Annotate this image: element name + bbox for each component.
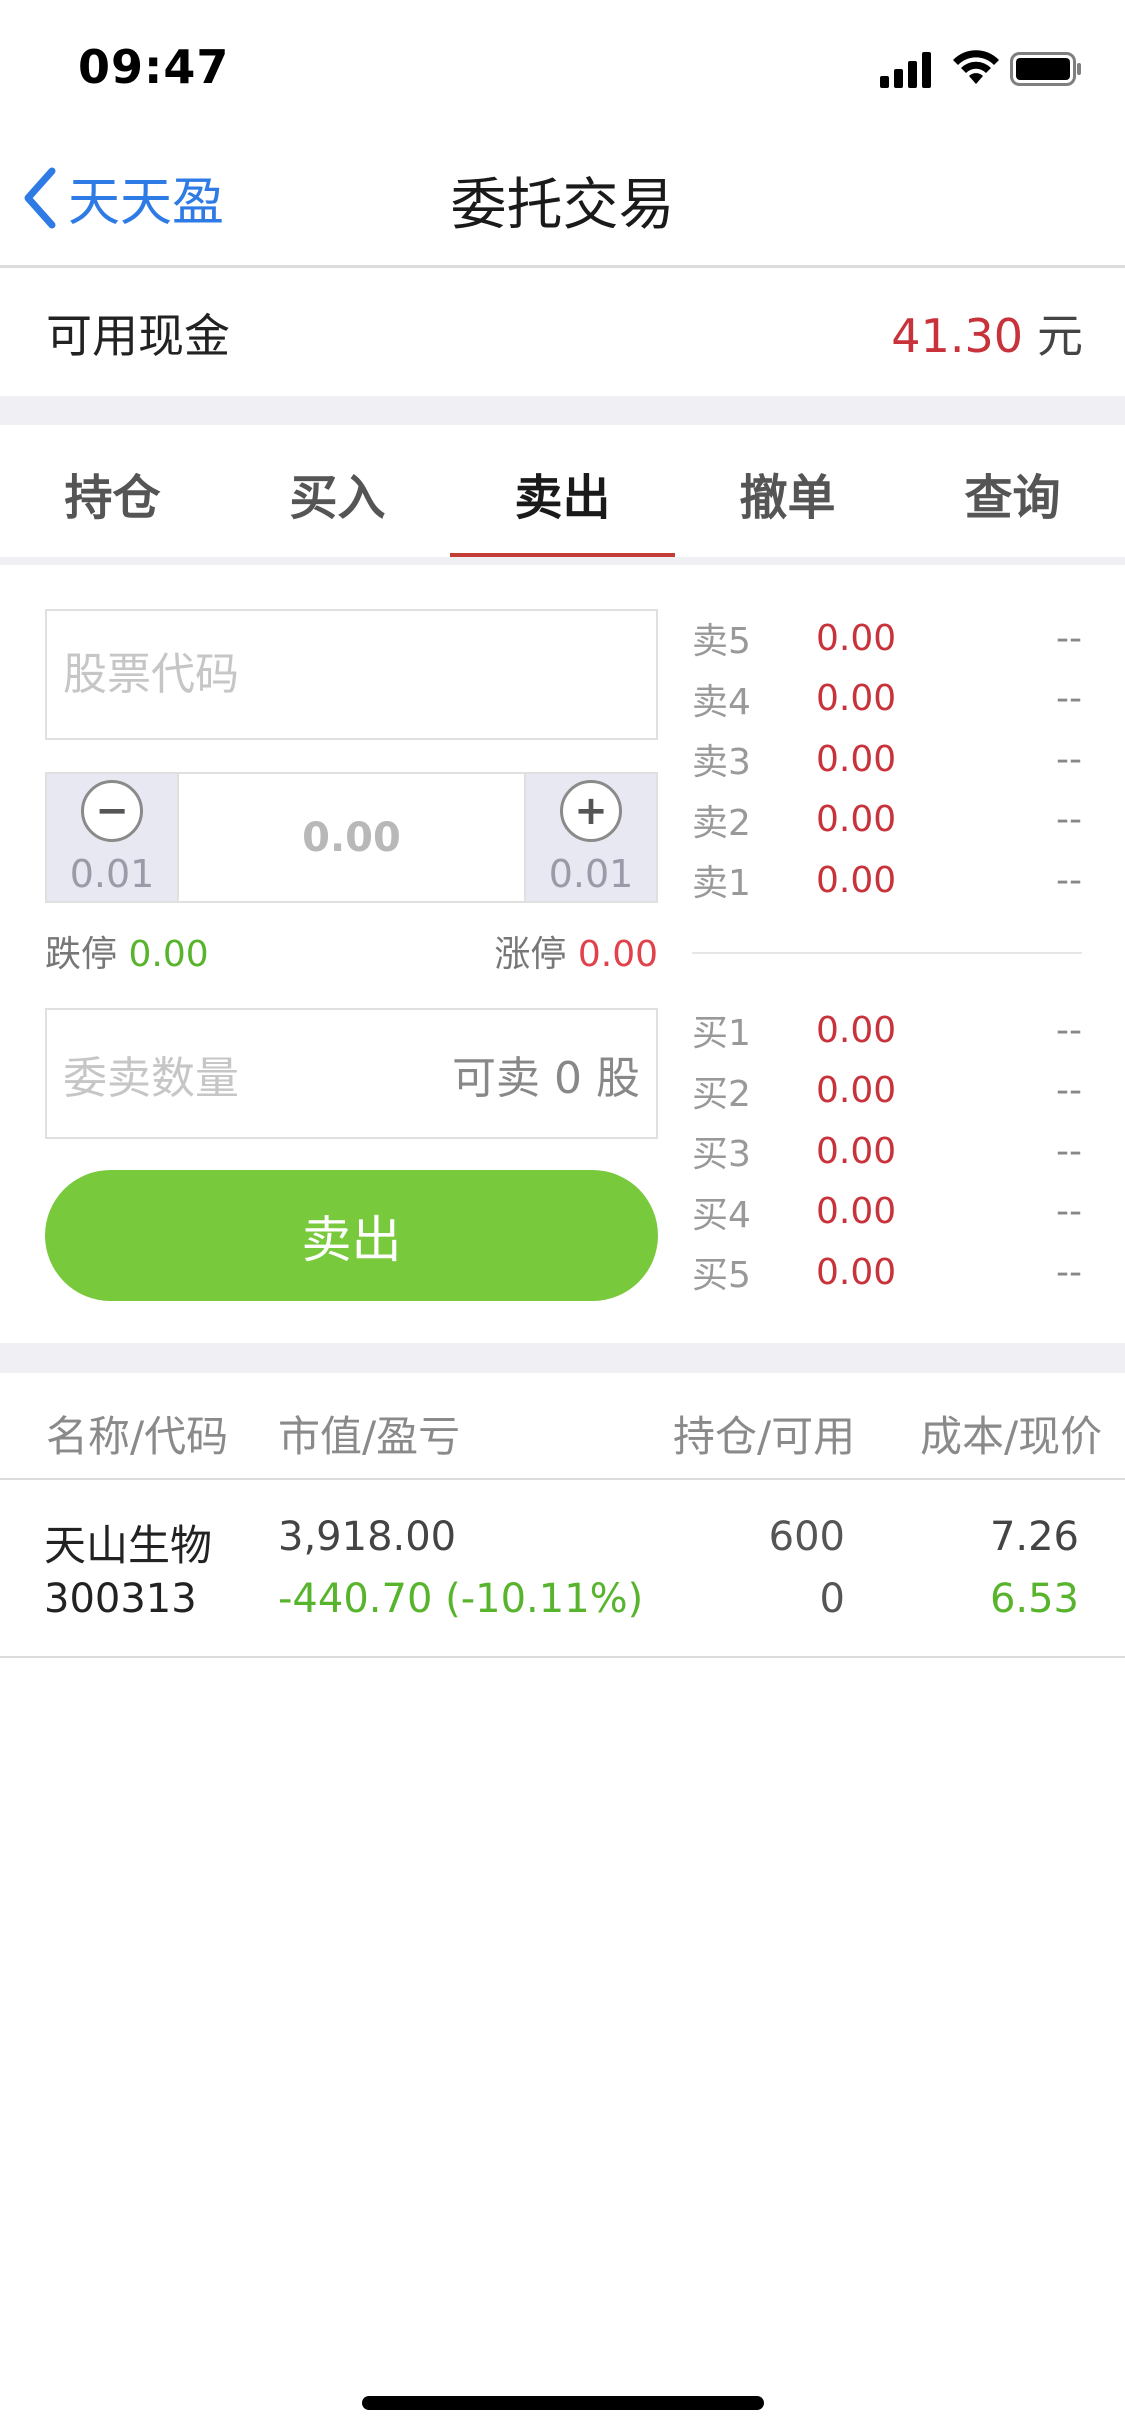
tab-cancel[interactable]: 撤单: [675, 425, 900, 560]
bid-list: 买1 0.00 -- 买2 0.00 -- 买3 0.00 -- 买4 0.00 -- 买5 0.…: [692, 1000, 1082, 1303]
stock-code-input[interactable]: [45, 609, 658, 740]
stock-name: 天山生物: [44, 1521, 213, 1570]
header-holding-available: 持仓/可用: [673, 1412, 856, 1461]
quantity-placeholder: 委卖数量: [63, 1052, 239, 1104]
ask-volume: --: [1056, 678, 1082, 720]
bid-row: 买1 0.00 --: [692, 1000, 1082, 1061]
bid-price: 0.00: [816, 1191, 897, 1233]
limit-up-value: 0.00: [577, 934, 658, 975]
increment-step-value: 0.01: [548, 851, 634, 896]
available-cash-value: 41.30 元: [891, 300, 1083, 366]
limit-down-label: 跌停: [45, 934, 118, 975]
header-name-code: 名称/代码: [46, 1412, 229, 1461]
section-gap: [0, 1343, 1125, 1373]
available-cash-label: 可用现金: [46, 309, 230, 363]
ask-row: 卖3 0.00 --: [692, 729, 1082, 790]
bid-volume: --: [1056, 1251, 1082, 1293]
bid-row: 买4 0.00 --: [692, 1182, 1082, 1243]
ask-price: 0.00: [816, 738, 897, 780]
price-stepper: − 0.01 0.00 + 0.01: [45, 772, 658, 903]
decrement-step-value: 0.01: [69, 851, 155, 896]
bid-price: 0.00: [816, 1070, 897, 1112]
stock-code: 300313: [44, 1576, 197, 1622]
bid-label: 买2: [692, 1073, 751, 1115]
bid-price: 0.00: [816, 1009, 897, 1051]
tab-query[interactable]: 查询: [900, 425, 1125, 560]
ask-row: 卖5 0.00 --: [692, 608, 1082, 669]
price-decrement-button[interactable]: − 0.01: [47, 774, 177, 901]
bid-label: 买5: [692, 1255, 751, 1297]
ask-label: 卖5: [692, 621, 751, 663]
bid-price: 0.00: [816, 1130, 897, 1172]
cash-amount: 41.30: [891, 309, 1023, 363]
bid-volume: --: [1056, 1009, 1082, 1051]
limit-up-label: 涨停: [494, 934, 567, 975]
ask-volume: --: [1056, 738, 1082, 780]
bid-row: 买2 0.00 --: [692, 1061, 1082, 1122]
header-cost-price: 成本/现价: [920, 1412, 1103, 1461]
page-title: 委托交易: [450, 173, 675, 238]
nav-divider: [0, 265, 1125, 268]
market-value: 3,918.00: [278, 1514, 457, 1560]
ask-volume: --: [1056, 799, 1082, 841]
bid-price: 0.00: [816, 1251, 897, 1293]
positions-header: 名称/代码 市值/盈亏 持仓/可用 成本/现价: [0, 1373, 1125, 1480]
profit-loss: -440.70 (-10.11%): [278, 1576, 644, 1622]
ask-label: 卖3: [692, 742, 751, 784]
ask-price: 0.00: [816, 799, 897, 841]
bid-label: 买4: [692, 1194, 751, 1236]
section-gap: [0, 396, 1125, 425]
ask-price: 0.00: [816, 678, 897, 720]
sell-quantity-field[interactable]: 委卖数量 可卖 0 股: [45, 1008, 658, 1139]
current-price: 6.53: [989, 1576, 1079, 1622]
bid-row: 买3 0.00 --: [692, 1121, 1082, 1182]
bid-volume: --: [1056, 1130, 1082, 1172]
wifi-icon: [953, 50, 999, 84]
ask-row: 卖2 0.00 --: [692, 790, 1082, 851]
ask-volume: --: [1056, 859, 1082, 901]
cash-unit: 元: [1037, 309, 1083, 363]
tab-buy[interactable]: 买入: [225, 425, 450, 560]
holding-qty: 600: [768, 1514, 845, 1560]
limit-up: 涨停 0.00: [494, 925, 658, 977]
limit-down-value: 0.00: [128, 934, 209, 975]
header-value-pnl: 市值/盈亏: [278, 1412, 461, 1461]
tabs-divider: [0, 557, 1125, 565]
minus-icon: −: [81, 779, 143, 842]
sell-button[interactable]: 卖出: [45, 1170, 658, 1301]
ask-label: 卖1: [692, 863, 751, 905]
cellular-signal-icon: [880, 52, 931, 88]
tab-holdings[interactable]: 持仓: [0, 425, 225, 560]
home-indicator[interactable]: [362, 2396, 764, 2410]
plus-icon: +: [560, 779, 622, 842]
battery-icon: [1010, 52, 1081, 86]
bid-volume: --: [1056, 1070, 1082, 1112]
bid-label: 买1: [692, 1013, 751, 1055]
cost-price: 7.26: [989, 1514, 1079, 1560]
bid-row: 买5 0.00 --: [692, 1242, 1082, 1303]
ask-label: 卖4: [692, 681, 751, 723]
tab-sell[interactable]: 卖出: [450, 425, 675, 560]
ask-volume: --: [1056, 617, 1082, 659]
available-qty: 0: [819, 1576, 845, 1622]
ask-price: 0.00: [816, 617, 897, 659]
ask-list: 卖5 0.00 -- 卖4 0.00 -- 卖3 0.00 -- 卖2 0.00 -- 卖1 0.…: [692, 608, 1082, 911]
status-time: 09:47: [78, 40, 230, 94]
ask-row: 卖4 0.00 --: [692, 669, 1082, 730]
bid-volume: --: [1056, 1191, 1082, 1233]
order-book-divider: [692, 952, 1082, 954]
price-increment-button[interactable]: + 0.01: [526, 774, 656, 901]
ask-label: 卖2: [692, 802, 751, 844]
price-input[interactable]: 0.00: [177, 774, 526, 901]
limit-down: 跌停 0.00: [45, 925, 209, 977]
position-row[interactable]: 天山生物 300313 3,918.00 -440.70 (-10.11%) 6…: [0, 1480, 1125, 1658]
available-to-sell: 可卖 0 股: [452, 1052, 640, 1104]
ask-price: 0.00: [816, 859, 897, 901]
bid-label: 买3: [692, 1134, 751, 1176]
trade-tabs: 持仓 买入 卖出 撤单 查询: [0, 425, 1125, 560]
ask-row: 卖1 0.00 --: [692, 850, 1082, 911]
